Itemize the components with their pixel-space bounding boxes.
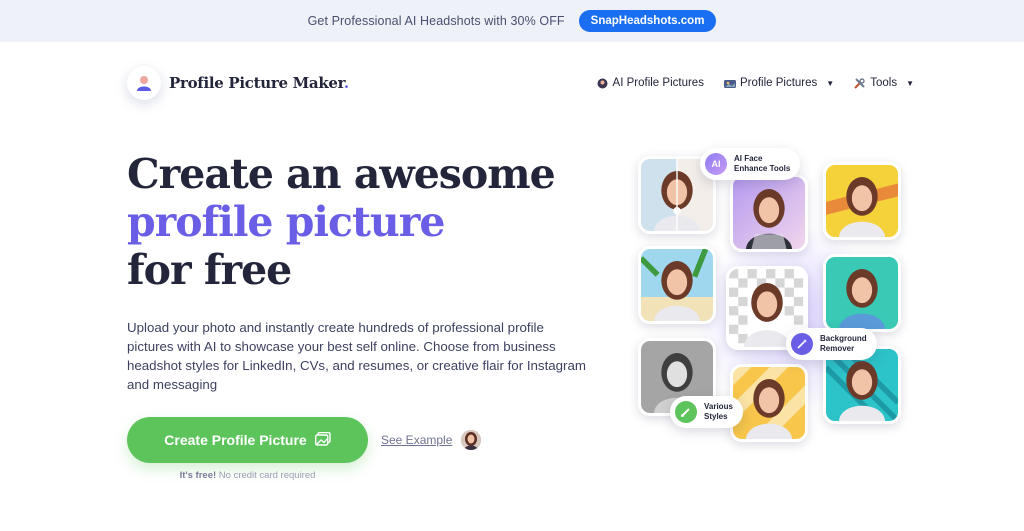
ai-face-enhance-label: AI Face Enhance Tools [734,154,791,173]
logo-avatar-icon [127,66,161,100]
free-note: It's free! No credit card required [179,470,316,481]
logo[interactable]: Profile Picture Maker. [127,66,349,100]
see-example-link[interactable]: See Example [381,430,482,450]
promo-text: Get Professional AI Headshots with 30% O… [307,14,565,28]
brush-icon [675,401,697,423]
background-remover-label: Background Remover [820,334,867,353]
ai-face-enhance-badge: AI AI Face Enhance Tools [700,148,801,180]
hero-title-accent: profile picture [127,198,445,246]
portrait-tile [730,364,808,442]
create-profile-picture-button[interactable]: Create Profile Picture [127,417,368,463]
logo-text: Profile Picture Maker. [169,74,349,92]
promo-button[interactable]: SnapHeadshots.com [578,10,717,32]
example-avatar [461,430,482,450]
hero-title: Create an awesome profile picture for fr… [127,150,556,294]
hero-title-line-1: Create an awesome [127,150,556,198]
tools-icon [854,77,865,89]
gallery-icon [723,78,736,89]
see-example-label: See Example [381,433,453,447]
cta-label: Create Profile Picture [164,432,307,448]
hero-title-line-3: for free [127,246,292,294]
nav-label: Profile Pictures [739,77,818,89]
nav-label: Tools [870,77,898,89]
portrait-tile [823,254,901,332]
ai-icon: AI [705,153,727,175]
chevron-down-icon: ▼ [906,78,914,88]
image-icon [314,431,331,449]
background-remover-badge: Background Remover [786,328,877,360]
ai-avatar-icon [597,78,608,89]
feature-collage: AI AI Face Enhance Tools Background Remo… [630,148,920,448]
main-nav: AI Profile Pictures Profile Pictures ▼ T… [597,77,914,89]
chevron-down-icon: ▼ [826,78,835,88]
portrait-tile [823,162,901,240]
various-styles-label: Various Styles [704,402,733,421]
nav-profile-pictures[interactable]: Profile Pictures ▼ [723,77,835,89]
hero-description: Upload your photo and instantly create h… [127,320,586,392]
nav-ai-profile-pictures[interactable]: AI Profile Pictures [597,77,704,89]
portrait-tile [730,174,808,252]
various-styles-badge: Various Styles [670,396,743,428]
portrait-tile [638,246,716,324]
promo-banner: Get Professional AI Headshots with 30% O… [0,0,1024,42]
site-header: Profile Picture Maker. AI Profile Pictur… [127,60,914,106]
nav-tools[interactable]: Tools ▼ [854,77,914,89]
magic-wand-icon [791,333,813,355]
nav-label: AI Profile Pictures [612,77,704,89]
